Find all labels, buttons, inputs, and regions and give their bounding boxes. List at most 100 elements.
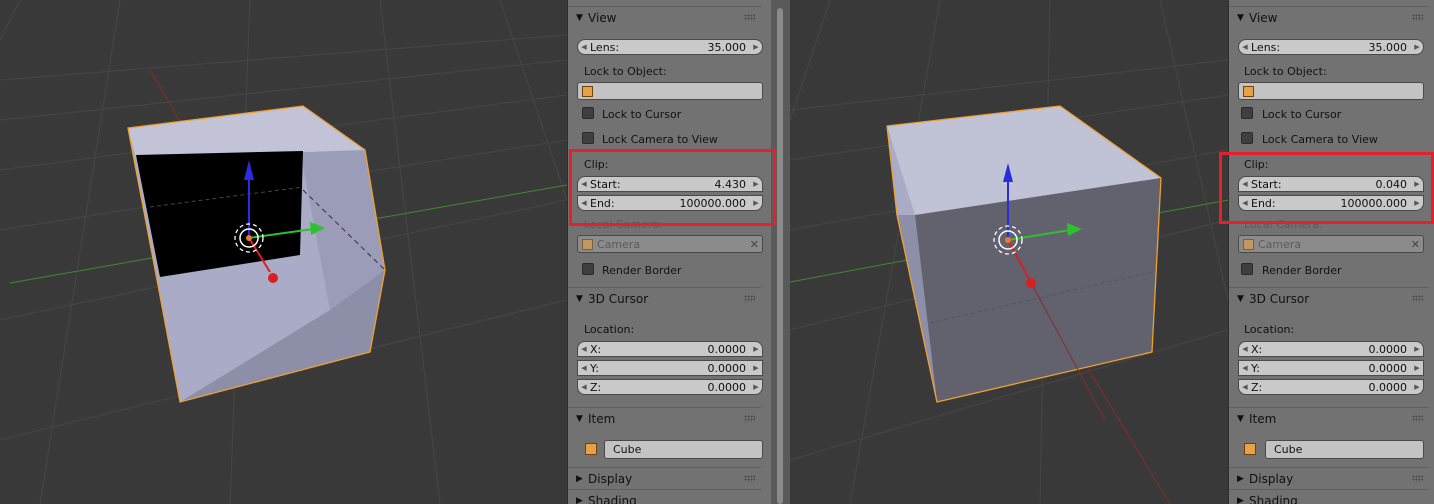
increment-arrow-icon[interactable]: ▶ — [750, 43, 762, 51]
decrement-arrow-icon[interactable]: ◀ — [578, 345, 590, 353]
clear-icon[interactable]: ✕ — [750, 238, 759, 251]
increment-arrow-icon[interactable]: ▶ — [1411, 345, 1423, 353]
section-title: Shading — [588, 494, 637, 504]
lens-field[interactable]: ◀ Lens: 35.000 ▶ — [1238, 39, 1424, 55]
view-section-header[interactable]: ▼ View — [568, 6, 761, 29]
expand-triangle-icon: ▶ — [1237, 496, 1244, 504]
item-name-field[interactable]: Cube — [1265, 440, 1424, 459]
item-name-value: Cube — [613, 443, 642, 456]
increment-arrow-icon[interactable]: ▶ — [750, 345, 762, 353]
clip-highlight-box-right — [1219, 152, 1434, 224]
drag-grip-icon[interactable] — [744, 475, 755, 482]
cursor-x-field[interactable]: ◀ X: 0.0000 ▶ — [1238, 341, 1424, 357]
item-section-header[interactable]: ▼ Item — [568, 407, 761, 430]
section-title: 3D Cursor — [588, 292, 649, 306]
view-section-header[interactable]: ▼ View — [1229, 6, 1429, 29]
clear-icon[interactable]: ✕ — [1411, 238, 1420, 251]
collapse-triangle-icon: ▼ — [1237, 414, 1244, 424]
field-value: 0.0000 — [707, 380, 747, 394]
expand-triangle-icon: ▶ — [576, 496, 583, 504]
section-title: View — [1249, 11, 1278, 25]
local-camera-field[interactable]: Camera ✕ — [577, 235, 763, 253]
field-value: 0.0000 — [707, 361, 747, 375]
lock-camera-to-view-checkbox[interactable] — [1241, 132, 1253, 144]
lock-to-cursor-checkbox[interactable] — [582, 107, 594, 119]
lock-to-cursor-checkbox[interactable] — [1241, 107, 1253, 119]
object-cube-icon — [1244, 443, 1256, 455]
shading-section-header[interactable]: ▶ Shading — [568, 489, 761, 504]
cursor-z-field[interactable]: ◀ Z: 0.0000 ▶ — [577, 379, 763, 395]
local-camera-field[interactable]: Camera ✕ — [1238, 235, 1424, 253]
lock-camera-to-view-label: Lock Camera to View — [1262, 133, 1378, 146]
section-title: Display — [1249, 472, 1294, 486]
area-divider[interactable] — [772, 0, 790, 504]
drag-grip-icon[interactable] — [1412, 295, 1423, 302]
lock-to-cursor-label: Lock to Cursor — [1262, 108, 1342, 121]
viewport-left[interactable] — [0, 0, 567, 504]
scene-right[interactable] — [790, 0, 1228, 504]
lock-to-object-field[interactable] — [577, 82, 763, 100]
cube-mesh-left[interactable] — [127, 105, 386, 403]
decrement-arrow-icon[interactable]: ◀ — [1239, 364, 1251, 372]
drag-grip-icon[interactable] — [1412, 415, 1423, 422]
properties-panel-right[interactable]: ▼ View ◀ Lens: 35.000 ▶ Lock to Object: … — [1228, 0, 1434, 504]
display-section-header[interactable]: ▶ Display — [568, 467, 761, 490]
drag-grip-icon[interactable] — [744, 14, 755, 21]
increment-arrow-icon[interactable]: ▶ — [1411, 383, 1423, 391]
clip-highlight-box-left — [569, 149, 776, 226]
item-name-field[interactable]: Cube — [604, 440, 763, 459]
collapse-triangle-icon: ▼ — [576, 414, 583, 424]
increment-arrow-icon[interactable]: ▶ — [1411, 364, 1423, 372]
cursor-y-field[interactable]: ◀ Y: 0.0000 ▶ — [1238, 360, 1424, 376]
section-title: Display — [588, 472, 633, 486]
increment-arrow-icon[interactable]: ▶ — [750, 383, 762, 391]
render-border-label: Render Border — [1262, 264, 1342, 277]
cube-mesh-right[interactable] — [886, 105, 1162, 421]
lock-to-cursor-label: Lock to Cursor — [602, 108, 682, 121]
section-title: Item — [588, 412, 616, 426]
drag-grip-icon[interactable] — [744, 295, 755, 302]
scrollbar-thumb[interactable] — [777, 8, 783, 504]
field-label: Z: — [1251, 380, 1263, 394]
lock-to-object-field[interactable] — [1238, 82, 1424, 100]
render-border-label: Render Border — [602, 264, 682, 277]
field-label: X: — [590, 342, 602, 356]
decrement-arrow-icon[interactable]: ◀ — [578, 43, 590, 51]
camera-object-icon — [582, 238, 593, 250]
decrement-arrow-icon[interactable]: ◀ — [1239, 43, 1251, 51]
lock-camera-to-view-checkbox[interactable] — [582, 132, 594, 144]
scene-left[interactable] — [0, 0, 567, 504]
section-title: Shading — [1249, 494, 1298, 504]
render-border-checkbox[interactable] — [582, 263, 594, 275]
cursor-x-field[interactable]: ◀ X: 0.0000 ▶ — [577, 341, 763, 357]
properties-panel-left[interactable]: ▼ View ◀ Lens: 35.000 ▶ Lock to Object: … — [567, 0, 773, 504]
drag-grip-icon[interactable] — [744, 415, 755, 422]
increment-arrow-icon[interactable]: ▶ — [750, 364, 762, 372]
cursor-section-header[interactable]: ▼ 3D Cursor — [1229, 287, 1429, 310]
section-title: Item — [1249, 412, 1277, 426]
local-camera-value: Camera — [597, 237, 641, 251]
drag-grip-icon[interactable] — [1412, 475, 1423, 482]
display-section-header[interactable]: ▶ Display — [1229, 467, 1429, 490]
increment-arrow-icon[interactable]: ▶ — [1411, 43, 1423, 51]
object-cube-icon — [1243, 85, 1254, 97]
drag-grip-icon[interactable] — [1412, 14, 1423, 21]
collapse-triangle-icon: ▼ — [1237, 13, 1244, 23]
local-camera-value: Camera — [1258, 237, 1302, 251]
decrement-arrow-icon[interactable]: ◀ — [578, 383, 590, 391]
field-value: 35.000 — [1368, 40, 1408, 54]
decrement-arrow-icon[interactable]: ◀ — [578, 364, 590, 372]
cursor-section-header[interactable]: ▼ 3D Cursor — [568, 287, 761, 310]
collapse-triangle-icon: ▼ — [576, 13, 583, 23]
shading-section-header[interactable]: ▶ Shading — [1229, 489, 1429, 504]
lens-field[interactable]: ◀ Lens: 35.000 ▶ — [577, 39, 763, 55]
field-label: Lens: — [1251, 40, 1281, 54]
cursor-z-field[interactable]: ◀ Z: 0.0000 ▶ — [1238, 379, 1424, 395]
decrement-arrow-icon[interactable]: ◀ — [1239, 345, 1251, 353]
viewport-right[interactable] — [790, 0, 1228, 504]
render-border-checkbox[interactable] — [1241, 263, 1253, 275]
item-section-header[interactable]: ▼ Item — [1229, 407, 1429, 430]
field-value: 0.0000 — [707, 342, 747, 356]
decrement-arrow-icon[interactable]: ◀ — [1239, 383, 1251, 391]
cursor-y-field[interactable]: ◀ Y: 0.0000 ▶ — [577, 360, 763, 376]
